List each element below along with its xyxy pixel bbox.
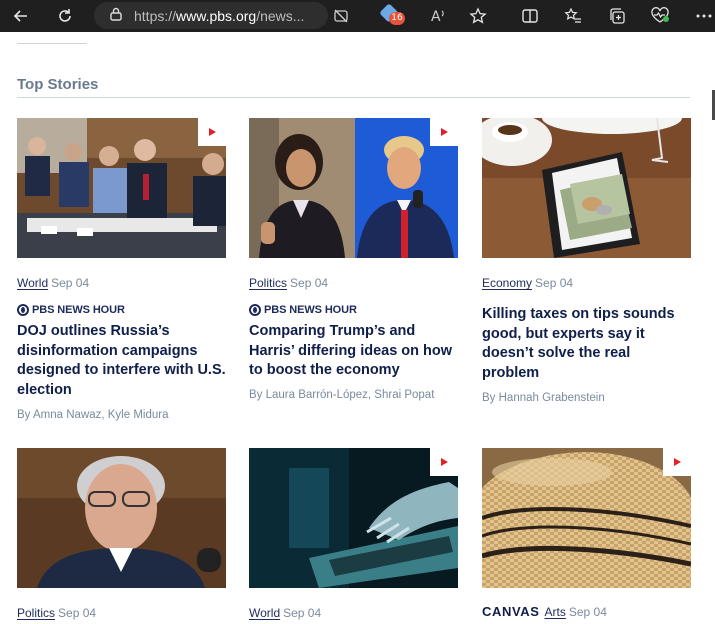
category-link[interactable]: World: [249, 606, 280, 620]
story-image-trump-harris[interactable]: [249, 118, 458, 258]
story-card-2[interactable]: [249, 118, 458, 258]
story-card-5[interactable]: [249, 448, 458, 588]
play-icon: [440, 458, 448, 466]
category-link[interactable]: Politics: [17, 606, 55, 620]
story-date: Sep 04: [535, 276, 574, 290]
extension-badge[interactable]: 16: [379, 3, 406, 26]
reload-icon[interactable]: [54, 5, 76, 27]
favorites-list-icon[interactable]: [562, 5, 584, 27]
story-date: Sep 04: [290, 276, 329, 290]
category-link[interactable]: Economy: [482, 276, 532, 290]
more-options-icon[interactable]: [694, 5, 714, 27]
browser-toolbar: https://www.pbs.org/news... 16 A: [0, 0, 715, 32]
story-date: Sep 04: [51, 276, 90, 290]
story-date: Sep 04: [58, 606, 97, 620]
address-bar[interactable]: https://www.pbs.org/news...: [94, 2, 328, 29]
pbs-newshour-logo[interactable]: PBS NEWS HOUR: [249, 304, 357, 316]
video-indicator: [663, 448, 691, 476]
category-link[interactable]: Arts: [545, 605, 566, 619]
section-divider: [17, 97, 690, 98]
svg-text:A: A: [431, 9, 441, 24]
story-meta-6: CANVAS Arts Sep 04: [482, 604, 607, 619]
story-image-garland[interactable]: [17, 448, 226, 588]
address-url: https://www.pbs.org/news...: [134, 7, 305, 24]
lock-icon: [110, 7, 122, 25]
play-icon: [440, 128, 448, 136]
favorite-star-icon[interactable]: [467, 5, 489, 27]
section-title: Top Stories: [17, 76, 99, 93]
story-byline: By Hannah Grabenstein: [482, 392, 605, 404]
top-divider: [17, 43, 87, 44]
story-meta-1: World Sep 04: [17, 276, 89, 290]
pbs-newshour-logo[interactable]: PBS NEWS HOUR: [17, 304, 125, 316]
category-link[interactable]: Politics: [249, 276, 287, 290]
story-headline[interactable]: DOJ outlines Russia’s disinformation cam…: [17, 322, 226, 400]
category-link[interactable]: World: [17, 276, 48, 290]
page-content: Top Stories World Sep 04 PBS NEWS HOUR D…: [0, 32, 715, 624]
split-screen-icon[interactable]: [519, 5, 541, 27]
story-meta-2: Politics Sep 04: [249, 276, 328, 290]
story-date: Sep 04: [568, 605, 607, 619]
pbs-logo-icon: [17, 304, 29, 316]
story-image-basket[interactable]: [482, 448, 691, 588]
tracking-prevention-icon[interactable]: [330, 5, 352, 27]
video-indicator: [198, 118, 226, 146]
read-aloud-icon[interactable]: A: [428, 5, 450, 27]
canvas-brand-logo[interactable]: CANVAS: [482, 604, 540, 619]
play-icon: [208, 128, 216, 136]
story-image-doj[interactable]: [17, 118, 226, 258]
story-headline[interactable]: Killing taxes on tips sounds good, but e…: [482, 305, 691, 383]
story-image-keyboard[interactable]: [249, 448, 458, 588]
video-indicator: [430, 448, 458, 476]
story-byline: By Laura Barrón-López, Shrai Popat: [249, 389, 435, 401]
pbs-logo-icon: [249, 304, 261, 316]
story-image-tips[interactable]: [482, 118, 691, 258]
story-headline[interactable]: Comparing Trump’s and Harris’ differing …: [249, 322, 458, 381]
browser-essentials-icon[interactable]: [650, 5, 672, 27]
play-icon: [673, 458, 681, 466]
story-meta-4: Politics Sep 04: [17, 606, 96, 620]
extension-badge-count: 16: [389, 12, 405, 25]
story-card-6[interactable]: [482, 448, 691, 588]
story-card-1[interactable]: [17, 118, 226, 258]
story-meta-3: Economy Sep 04: [482, 276, 573, 290]
story-card-4[interactable]: [17, 448, 226, 588]
collections-icon[interactable]: [606, 5, 628, 27]
story-byline: By Amna Nawaz, Kyle Midura: [17, 409, 169, 421]
video-indicator: [430, 118, 458, 146]
story-date: Sep 04: [283, 606, 322, 620]
story-card-3[interactable]: [482, 118, 691, 258]
back-arrow-icon[interactable]: [10, 5, 32, 27]
story-meta-5: World Sep 04: [249, 606, 321, 620]
